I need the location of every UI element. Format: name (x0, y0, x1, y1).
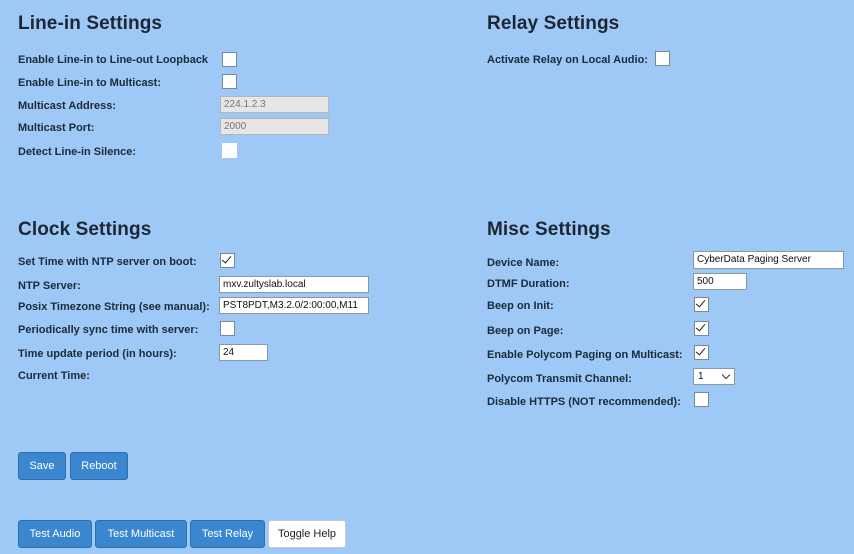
multicast-address-input[interactable]: 224.1.2.3 (220, 96, 329, 113)
loopback-label: Enable Line-in to Line-out Loopback (18, 54, 209, 66)
https-checkbox[interactable] (694, 392, 709, 407)
ntp-boot-label: Set Time with NTP server on boot: (18, 256, 197, 268)
period-input[interactable]: 24 (219, 344, 268, 361)
polycom-paging-label: Enable Polycom Paging on Multicast: (487, 349, 683, 361)
device-name-input[interactable]: CyberData Paging Server (693, 251, 844, 269)
multicast-port-label: Multicast Port: (18, 122, 95, 134)
periodic-sync-checkbox[interactable] (220, 321, 235, 336)
posix-label: Posix Timezone String (see manual): (18, 301, 210, 313)
polycom-channel-value: 1 (698, 371, 704, 382)
relay-title: Relay Settings (487, 13, 620, 34)
multicast-address-label: Multicast Address: (18, 100, 117, 112)
test-relay-button[interactable]: Test Relay (190, 520, 265, 548)
save-button[interactable]: Save (18, 452, 66, 480)
multicast-port-input[interactable]: 2000 (220, 118, 329, 135)
polycom-channel-select[interactable]: 1 (693, 368, 735, 385)
device-name-label: Device Name: (487, 257, 560, 269)
chevron-down-icon (721, 370, 731, 380)
polycom-paging-checkbox[interactable] (694, 345, 709, 360)
beep-init-checkbox[interactable] (694, 297, 709, 312)
misc-title: Misc Settings (487, 219, 611, 240)
test-audio-button[interactable]: Test Audio (18, 520, 92, 548)
silence-checkbox[interactable] (222, 143, 237, 158)
beep-init-label: Beep on Init: (487, 300, 554, 312)
periodic-sync-label: Periodically sync time with server: (18, 324, 199, 336)
period-label: Time update period (in hours): (18, 348, 177, 360)
polycom-channel-label: Polycom Transmit Channel: (487, 373, 632, 385)
ntp-boot-checkbox[interactable] (220, 253, 235, 268)
multicast-checkbox[interactable] (222, 74, 237, 89)
current-time-label: Current Time: (18, 370, 90, 382)
clock-title: Clock Settings (18, 219, 152, 240)
relay-activate-label: Activate Relay on Local Audio: (487, 54, 648, 66)
beep-page-label: Beep on Page: (487, 325, 564, 337)
multicast-label: Enable Line-in to Multicast: (18, 77, 162, 89)
line-in-title: Line-in Settings (18, 13, 163, 34)
https-label: Disable HTTPS (NOT recommended): (487, 396, 681, 408)
reboot-button[interactable]: Reboot (70, 452, 128, 480)
dtmf-label: DTMF Duration: (487, 278, 570, 290)
ntp-server-label: NTP Server: (18, 280, 81, 292)
toggle-help-button[interactable]: Toggle Help (268, 520, 346, 548)
posix-input[interactable]: PST8PDT,M3.2.0/2:00:00,M11 (219, 297, 369, 314)
silence-label: Detect Line-in Silence: (18, 146, 136, 158)
test-multicast-button[interactable]: Test Multicast (95, 520, 187, 548)
dtmf-input[interactable]: 500 (693, 273, 747, 290)
beep-page-checkbox[interactable] (694, 321, 709, 336)
ntp-server-input[interactable]: mxv.zultyslab.local (219, 276, 369, 293)
relay-activate-checkbox[interactable] (655, 51, 670, 66)
loopback-checkbox[interactable] (222, 52, 237, 67)
